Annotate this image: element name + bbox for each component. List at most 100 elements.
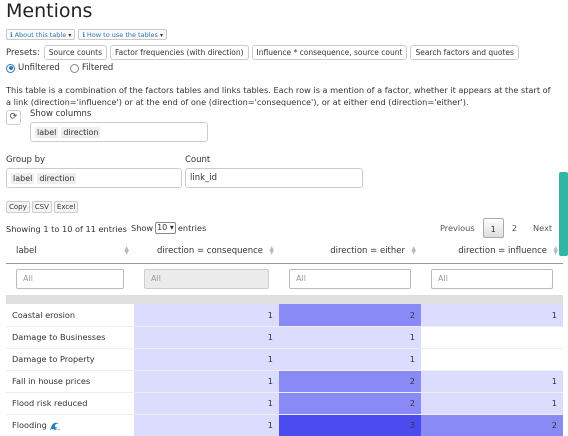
cell-consequence: 1	[134, 370, 279, 393]
cell-either: 2	[279, 304, 421, 327]
cell-influence: 2	[421, 414, 563, 436]
cell-label: Fall in house prices	[6, 370, 134, 393]
about-table-button[interactable]: ℹ About this table ▾	[6, 29, 76, 40]
page-length-select[interactable]: 10 ▾	[155, 222, 176, 234]
cell-either: 1	[279, 348, 421, 371]
chevron-down-icon: ▾	[169, 223, 174, 232]
column-tag-direction[interactable]: direction	[61, 126, 101, 138]
filter-input-either[interactable]: All	[289, 269, 411, 289]
count-value: link_id	[190, 173, 218, 183]
table-row[interactable]: Damage to Property 1 1	[6, 348, 563, 371]
group-by-label: Group by	[6, 155, 46, 165]
how-to-use-button[interactable]: ℹ How to use the tables ▾	[78, 29, 167, 40]
caret-down-icon: ▾	[159, 32, 163, 39]
show-columns-label: Show columns	[30, 109, 92, 119]
show-columns-select[interactable]: label direction	[30, 122, 208, 142]
column-header-consequence[interactable]: direction = consequence ▲ ▼	[134, 240, 279, 264]
cell-influence	[421, 348, 563, 371]
table-info: Showing 1 to 10 of 11 entries	[6, 224, 127, 234]
count-label: Count	[185, 155, 211, 165]
cell-label-text: Damage to Property	[12, 354, 95, 364]
previous-page-button[interactable]: Previous	[432, 218, 483, 238]
group-by-select[interactable]: label direction	[6, 168, 182, 188]
filtered-radio[interactable]: Filtered	[69, 63, 113, 73]
radio-unselected-icon	[69, 63, 79, 73]
cell-influence: 1	[421, 370, 563, 393]
cell-either: 2	[279, 370, 421, 393]
how-to-use-label: How to use the tables	[86, 31, 158, 39]
column-header-label-text: label	[16, 246, 37, 257]
copy-button[interactable]: Copy	[6, 201, 30, 213]
preset-source-counts-button[interactable]: Source counts	[43, 45, 108, 60]
column-header-influence-text: direction = influence	[458, 246, 547, 257]
filter-input-influence[interactable]: All	[431, 269, 553, 289]
page-title: Mentions	[6, 0, 93, 22]
page-length-control: Show 10 ▾ entries	[131, 222, 206, 234]
column-header-either[interactable]: direction = either ▲ ▼	[279, 240, 421, 264]
filter-input-label[interactable]: All	[16, 269, 124, 289]
pagination: Previous 1 2 Next	[432, 218, 560, 238]
page-2-button[interactable]: 2	[504, 218, 525, 238]
column-tag-label[interactable]: label	[35, 126, 59, 138]
page-length-value: 10	[157, 223, 168, 232]
table-row[interactable]: Fall in house prices 1 2 1	[6, 370, 563, 393]
wave-icon	[49, 422, 60, 430]
group-tag-direction[interactable]: direction	[37, 172, 77, 184]
cell-influence	[421, 326, 563, 349]
cell-label: Flood risk reduced	[6, 392, 134, 415]
cell-label: Flooding	[6, 414, 134, 436]
radio-selected-icon	[6, 63, 15, 73]
about-table-label: About this table	[14, 31, 67, 39]
info-icon: ℹ	[10, 31, 13, 39]
group-header-row	[6, 294, 563, 304]
info-buttons: ℹ About this table ▾ ℹ How to use the ta…	[6, 29, 167, 40]
cell-label: Damage to Property	[6, 348, 134, 371]
cell-label-text: Fall in house prices	[12, 376, 91, 386]
cell-label-text: Damage to Businesses	[12, 332, 106, 342]
table-row[interactable]: Damage to Businesses 1 1	[6, 326, 563, 349]
column-header-label[interactable]: label ▲ ▼	[6, 240, 134, 264]
preset-factor-frequencies-button[interactable]: Factor frequencies (with direction)	[110, 45, 249, 60]
excel-button[interactable]: Excel	[53, 201, 79, 213]
cell-label-text: Flooding	[12, 420, 47, 430]
unfiltered-radio[interactable]: Unfiltered	[6, 63, 60, 73]
group-tag-label[interactable]: label	[11, 172, 35, 184]
cell-either: 2	[279, 392, 421, 415]
cell-consequence: 1	[134, 414, 279, 436]
cell-consequence: 1	[134, 326, 279, 349]
filter-radio-group: Unfiltered Filtered	[6, 63, 113, 73]
count-select[interactable]: link_id	[185, 168, 363, 188]
refresh-button[interactable]: ⟳	[6, 110, 21, 125]
cell-label: Coastal erosion	[6, 304, 134, 327]
cell-either: 1	[279, 326, 421, 349]
refresh-icon: ⟳	[9, 112, 18, 122]
presets-bar: Presets: Source counts Factor frequencie…	[6, 45, 519, 60]
info-icon: ℹ	[82, 31, 85, 39]
cell-label: Damage to Businesses	[6, 326, 134, 349]
preset-influence-consequence-button[interactable]: Influence * consequence, source count	[251, 45, 408, 60]
csv-button[interactable]: CSV	[31, 201, 52, 213]
cell-label-text: Coastal erosion	[12, 309, 76, 320]
table-description: This table is a combination of the facto…	[6, 85, 551, 107]
preset-search-factors-button[interactable]: Search factors and quotes	[410, 45, 519, 60]
cell-either: 3	[279, 414, 421, 436]
table-row[interactable]: Flooding 1 3 2	[6, 414, 563, 436]
sort-icon: ▲ ▼	[553, 245, 558, 256]
cell-consequence: 1	[134, 304, 279, 327]
page-1-button[interactable]: 1	[482, 218, 504, 238]
export-buttons: Copy CSV Excel	[6, 201, 79, 213]
cell-consequence: 1	[134, 348, 279, 371]
mentions-table: label ▲ ▼ direction = consequence ▲ ▼ dire…	[6, 240, 563, 436]
presets-label: Presets:	[6, 47, 40, 58]
caret-down-icon: ▾	[68, 32, 72, 39]
filter-input-consequence[interactable]: All	[144, 269, 269, 289]
column-header-influence[interactable]: direction = influence ▲ ▼	[421, 240, 563, 264]
column-header-consequence-text: direction = consequence	[157, 246, 263, 257]
sort-icon: ▲ ▼	[411, 245, 416, 256]
sort-icon: ▲ ▼	[269, 245, 274, 256]
cell-consequence: 1	[134, 392, 279, 415]
next-page-button[interactable]: Next	[525, 218, 560, 238]
cell-influence: 1	[421, 304, 563, 327]
table-row[interactable]: Coastal erosion 1 2 1	[6, 304, 563, 327]
table-row[interactable]: Flood risk reduced 1 2 1	[6, 392, 563, 415]
